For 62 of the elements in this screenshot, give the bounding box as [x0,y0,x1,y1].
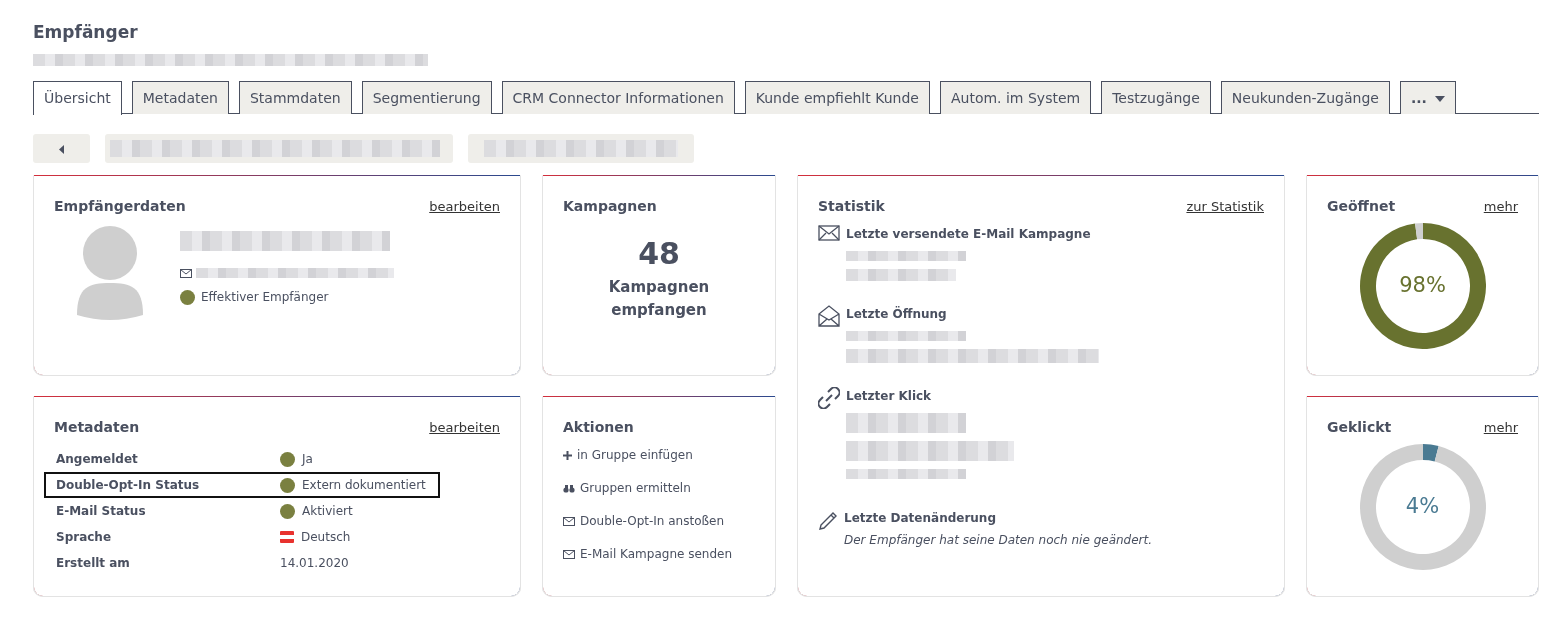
tab[interactable]: Metadaten [131,81,229,115]
mail-icon [563,516,575,526]
edit-link[interactable]: bearbeiten [429,197,500,217]
field-label: E-Mail Status [56,503,147,521]
stat-label: Letzte Öffnung [846,305,948,324]
link-icon [818,387,840,410]
field-label: Sprache [56,529,113,547]
avatar-icon [75,225,145,322]
field-label: Double-Opt-In Status [56,477,201,495]
more-link[interactable]: mehr [1483,197,1518,217]
campaign-count: 48 [637,235,681,274]
tab[interactable]: Neukunden-Zugänge [1220,81,1390,115]
tab[interactable]: Kunde empfiehlt Kunde [744,81,930,115]
card-title: Geöffnet [1327,197,1396,217]
action-link[interactable]: Gruppen ermitteln [563,479,755,498]
page-title: Empfänger [33,22,139,43]
field-value: Extern dokumentiert [302,477,426,495]
tab[interactable]: Autom. im System [939,81,1092,115]
tab[interactable]: Testzugänge [1101,81,1211,115]
statistics-link[interactable]: zur Statistik [1186,197,1264,217]
tab[interactable]: Übersicht [33,81,122,116]
card-title: Statistik [818,197,885,217]
tab[interactable]: Stammdaten [238,81,352,115]
action-link[interactable]: in Gruppe einfügen [563,446,755,465]
tab[interactable]: Segmentierung [361,81,492,115]
stat-label: Letzter Klick [846,388,933,406]
field-value: Ja [302,451,313,469]
more-link[interactable]: mehr [1483,418,1518,438]
plus-icon [563,450,572,460]
mail-icon [180,268,192,278]
back-button[interactable] [33,134,90,164]
breadcrumb-field[interactable] [468,134,694,164]
percent-reading: 4% [1405,493,1440,521]
flag-icon [280,531,294,544]
tab[interactable]: ... [1399,81,1456,115]
card-title: Metadaten [54,418,140,438]
field-label: Angemeldet [56,451,139,469]
left-arrow-icon [59,144,64,154]
stat-label: Letzte versendete E-Mail Kampagne [846,226,1091,244]
campaign-caption: Kampagnen empfangen [607,277,711,321]
caret-icon [1434,96,1445,103]
stat-label: Letzte Datenänderung [844,510,997,528]
field-value: 14.01.2020 [280,555,349,573]
card-title: Aktionen [563,418,634,438]
binoculars-icon [563,483,575,493]
tab[interactable]: CRM Connector Informationen [501,81,735,115]
status-text: Effektiver Empfänger [201,289,329,307]
stat-note: Der Empfänger hat seine Daten noch nie geändert. [844,532,1153,550]
breadcrumb-field[interactable] [105,134,453,164]
field-value: Aktiviert [302,503,353,521]
edit-link[interactable]: bearbeiten [429,418,500,438]
field-label: Erstellt am [56,555,131,573]
action-link[interactable]: Double-Opt-In anstoßen [563,512,755,531]
card-title: Geklickt [1327,418,1392,438]
mail-icon [563,549,575,559]
card-title: Empfängerdaten [54,197,186,217]
card-title: Kampagnen [563,197,657,217]
mail-icon [818,225,840,242]
percent-reading: 98% [1399,272,1446,300]
action-link[interactable]: E-Mail Kampagne senden [563,545,755,564]
field-value: Deutsch [301,529,351,547]
open-envelope-icon [818,305,840,328]
